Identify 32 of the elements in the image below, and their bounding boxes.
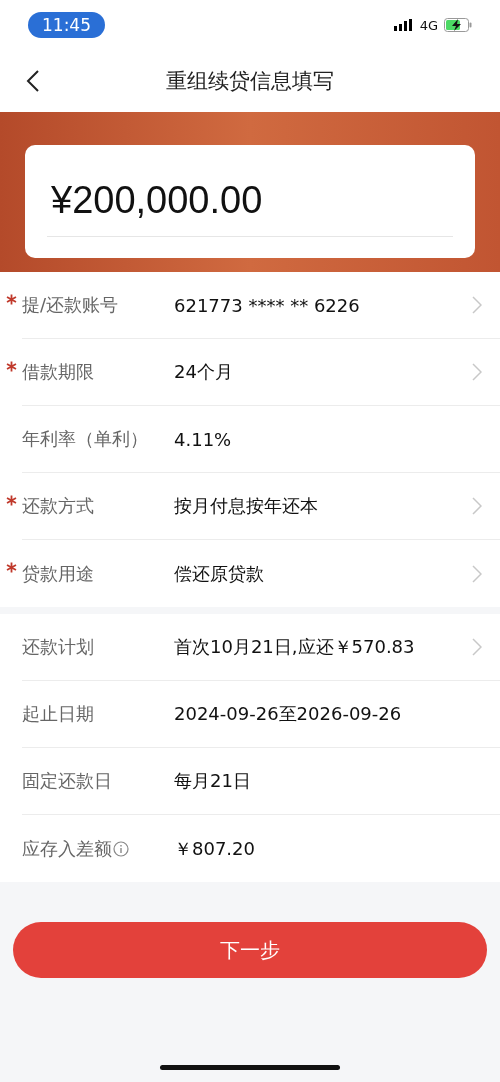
field-label: 起止日期: [22, 702, 94, 726]
field-value: 4.11%: [174, 428, 233, 450]
field-value[interactable]: 24个月: [174, 360, 464, 384]
loan-amount: ¥200,000.00: [50, 177, 264, 223]
field-value[interactable]: 621773 **** ** 6226: [174, 294, 464, 316]
status-time: 11:45: [28, 12, 105, 38]
page-title: 重组续贷信息填写: [166, 68, 334, 95]
field-value: ￥807.20: [174, 836, 256, 861]
battery-charging-icon: [444, 18, 472, 32]
chevron-icon[interactable]: [472, 564, 482, 583]
field-label: 借款期限: [22, 360, 94, 384]
info-icon[interactable]: [113, 840, 129, 857]
chevron-icon[interactable]: [472, 296, 482, 314]
field-label: 提/还款账号: [22, 293, 119, 317]
field-label: 年利率（单利）: [22, 427, 148, 451]
field-label: 还款方式: [22, 494, 94, 518]
field-label: 固定还款日: [22, 769, 112, 793]
field-label: 应存入差额: [22, 836, 112, 861]
field-value[interactable]: 首次10月21日,应还￥570.83: [174, 635, 464, 659]
field-value[interactable]: 偿还原贷款: [174, 561, 464, 586]
field-value[interactable]: 按月付息按年还本: [174, 494, 464, 518]
field-value: 每月21日: [174, 769, 252, 793]
field-label: 贷款用途: [22, 561, 94, 586]
field-value: 2024-09-26至2026-09-26: [174, 702, 403, 726]
chevron-icon[interactable]: [472, 638, 482, 656]
signal-icon: [393, 19, 414, 31]
next-button[interactable]: 下一步: [13, 922, 487, 978]
field-label: 还款计划: [22, 635, 94, 659]
back-icon[interactable]: [26, 69, 40, 93]
chevron-icon[interactable]: [472, 363, 482, 381]
network-label: 4G: [419, 17, 438, 33]
chevron-icon[interactable]: [472, 497, 482, 515]
